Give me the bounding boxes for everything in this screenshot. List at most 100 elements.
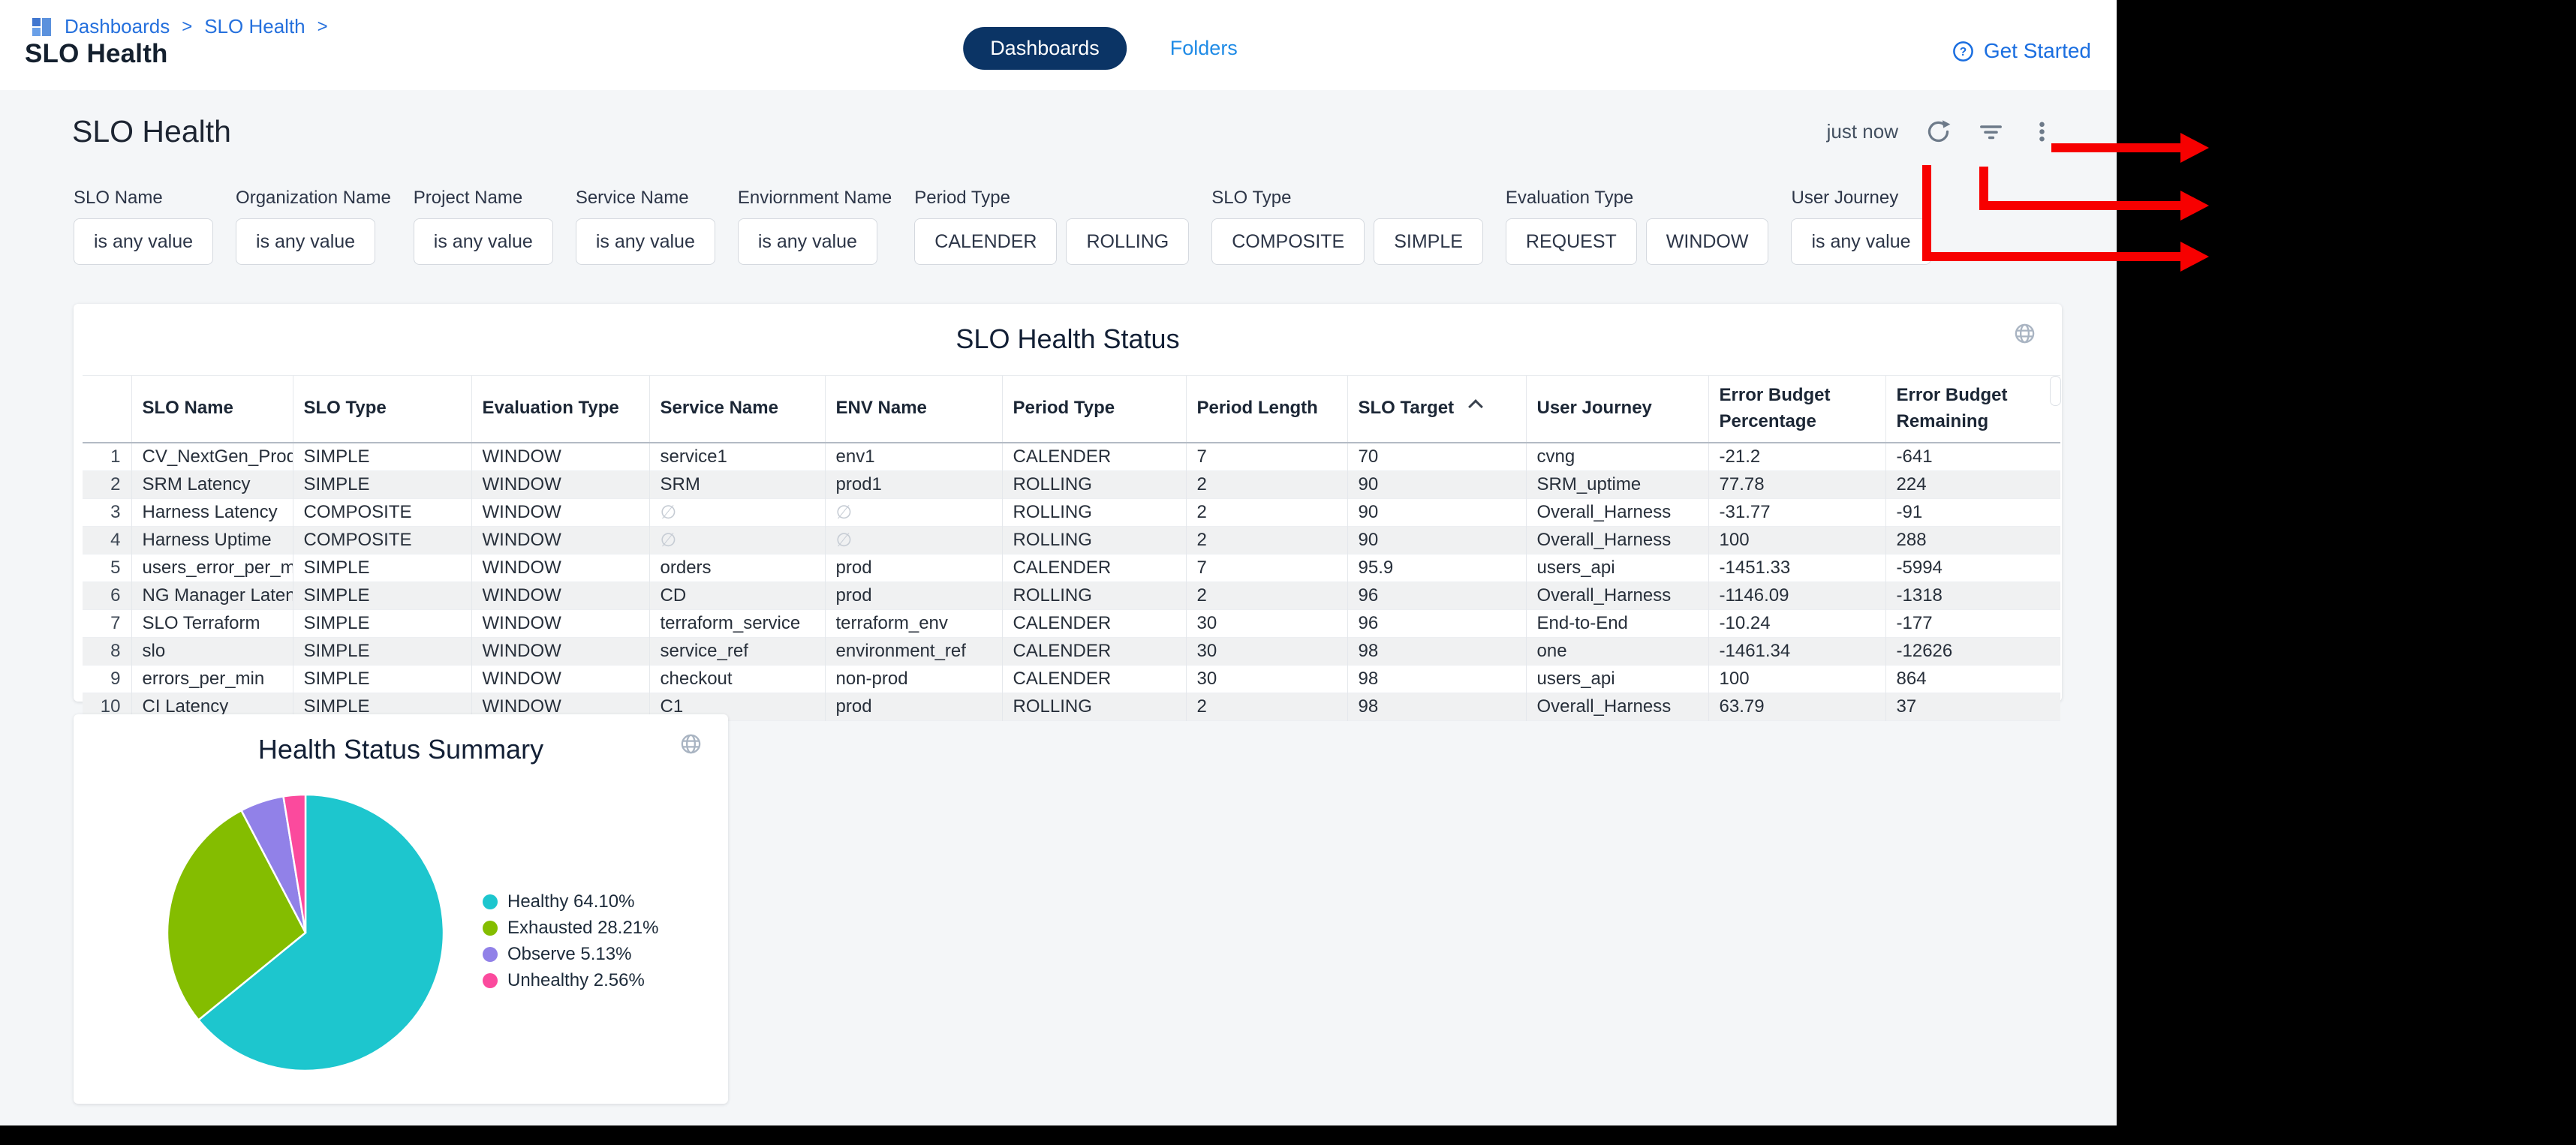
legend-item[interactable]: Healthy 64.10% bbox=[483, 891, 658, 912]
column-header[interactable]: Period Type bbox=[1002, 376, 1186, 443]
table-cell: 90 bbox=[1347, 498, 1526, 526]
column-header[interactable]: SLO Name bbox=[131, 376, 293, 443]
column-header[interactable]: ENV Name bbox=[825, 376, 1002, 443]
column-header[interactable]: Period Length bbox=[1186, 376, 1347, 443]
table-cell: -641 bbox=[1885, 443, 2060, 471]
table-row[interactable]: 5users_error_per_minSIMPLEWINDOWorderspr… bbox=[83, 554, 2060, 582]
globe-icon[interactable] bbox=[2013, 322, 2036, 345]
table-cell: terraform_service bbox=[649, 609, 825, 637]
table-scrollbar[interactable] bbox=[2050, 376, 2060, 699]
legend-label: Observe 5.13% bbox=[507, 944, 631, 965]
column-header[interactable]: Evaluation Type bbox=[471, 376, 649, 443]
scrollbar-thumb[interactable] bbox=[2050, 376, 2061, 406]
column-header-label: ENV Name bbox=[836, 398, 927, 418]
legend-item[interactable]: Observe 5.13% bbox=[483, 944, 658, 965]
table-cell: checkout bbox=[649, 665, 825, 693]
table-cell: ROLLING bbox=[1002, 470, 1186, 498]
breadcrumb-dashboards[interactable]: Dashboards bbox=[65, 15, 170, 38]
table-cell: COMPOSITE bbox=[293, 526, 471, 554]
breadcrumb-slo-health[interactable]: SLO Health bbox=[204, 15, 305, 38]
filter-chip[interactable]: SIMPLE bbox=[1374, 218, 1483, 265]
filter-chip-row: is any value bbox=[236, 218, 391, 265]
column-header-label: Error Budget Percentage bbox=[1720, 385, 1831, 431]
row-number-cell: 7 bbox=[83, 609, 131, 637]
column-header[interactable]: Service Name bbox=[649, 376, 825, 443]
table-cell: non-prod bbox=[825, 665, 1002, 693]
table-cell: WINDOW bbox=[471, 637, 649, 665]
column-header[interactable]: SLO Type bbox=[293, 376, 471, 443]
table-row[interactable]: 6NG Manager LatencySIMPLEWINDOWCDprodROL… bbox=[83, 582, 2060, 609]
refresh-icon[interactable] bbox=[1925, 119, 1952, 145]
table-cell: 30 bbox=[1186, 609, 1347, 637]
table-cell: 30 bbox=[1186, 665, 1347, 693]
table-row[interactable]: 7SLO TerraformSIMPLEWINDOWterraform_serv… bbox=[83, 609, 2060, 637]
table-row[interactable]: 3Harness LatencyCOMPOSITEWINDOW∅∅ROLLING… bbox=[83, 498, 2060, 526]
view-tabs: Dashboards Folders bbox=[963, 27, 1238, 70]
last-refreshed-label: just now bbox=[1827, 120, 1898, 143]
legend-item[interactable]: Unhealthy 2.56% bbox=[483, 970, 658, 991]
filter-chip[interactable]: CALENDER bbox=[914, 218, 1057, 265]
filter-icon[interactable] bbox=[1979, 119, 2003, 144]
filter-chip[interactable]: is any value bbox=[236, 218, 375, 265]
table-cell: 98 bbox=[1347, 637, 1526, 665]
row-number-cell: 4 bbox=[83, 526, 131, 554]
table-cell: SIMPLE bbox=[293, 609, 471, 637]
get-started-link[interactable]: ? Get Started bbox=[1952, 39, 2091, 63]
table-row[interactable]: 2SRM LatencySIMPLEWINDOWSRMprod1ROLLING2… bbox=[83, 470, 2060, 498]
filter-label: SLO Type bbox=[1211, 188, 1483, 209]
table-wrap: SLO NameSLO TypeEvaluation TypeService N… bbox=[83, 375, 2060, 721]
filter-chip[interactable]: is any value bbox=[74, 218, 213, 265]
row-number-cell: 1 bbox=[83, 443, 131, 471]
table-row[interactable]: 4Harness UptimeCOMPOSITEWINDOW∅∅ROLLING2… bbox=[83, 526, 2060, 554]
column-header[interactable]: User Journey bbox=[1526, 376, 1708, 443]
tab-dashboards[interactable]: Dashboards bbox=[963, 27, 1127, 70]
legend-label: Unhealthy 2.56% bbox=[507, 970, 645, 991]
filter-chip[interactable]: COMPOSITE bbox=[1211, 218, 1365, 265]
more-options-icon[interactable] bbox=[2030, 120, 2054, 143]
table-cell: WINDOW bbox=[471, 526, 649, 554]
table-cell: 100 bbox=[1708, 526, 1885, 554]
filter-chip[interactable]: is any value bbox=[1791, 218, 1930, 265]
filter-chip[interactable]: is any value bbox=[414, 218, 553, 265]
table-cell: slo bbox=[131, 637, 293, 665]
column-header[interactable]: Error Budget Remaining bbox=[1885, 376, 2060, 443]
table-row[interactable]: 8sloSIMPLEWINDOWservice_refenvironment_r… bbox=[83, 637, 2060, 665]
legend-swatch bbox=[483, 973, 498, 988]
column-header[interactable]: SLO Target bbox=[1347, 376, 1526, 443]
table-row[interactable]: 9errors_per_minSIMPLEWINDOWcheckoutnon-p… bbox=[83, 665, 2060, 693]
table-cell: one bbox=[1526, 637, 1708, 665]
pie-legend: Healthy 64.10% Exhausted 28.21% Observe 5.… bbox=[483, 891, 658, 991]
filter-chip[interactable]: WINDOW bbox=[1646, 218, 1769, 265]
tab-folders[interactable]: Folders bbox=[1170, 37, 1238, 60]
filter-chip[interactable]: REQUEST bbox=[1506, 218, 1637, 265]
table-cell: 100 bbox=[1708, 665, 1885, 693]
table-cell: NG Manager Latency bbox=[131, 582, 293, 609]
table-header-row: SLO NameSLO TypeEvaluation TypeService N… bbox=[83, 376, 2060, 443]
filter-group: Evaluation Type REQUESTWINDOW bbox=[1506, 188, 1769, 265]
table-row[interactable]: 1CV_NextGen_ProdSIMPLEWINDOWservice1env1… bbox=[83, 443, 2060, 471]
filter-chip-row: is any value bbox=[576, 218, 715, 265]
filter-chip[interactable]: is any value bbox=[576, 218, 715, 265]
table-cell: 90 bbox=[1347, 526, 1526, 554]
filter-chip[interactable]: ROLLING bbox=[1066, 218, 1189, 265]
filter-chip[interactable]: is any value bbox=[738, 218, 877, 265]
slo-health-status-card: SLO Health Status SLO NameSLO TypeEvalua… bbox=[74, 304, 2062, 702]
table-cell: -12626 bbox=[1885, 637, 2060, 665]
column-header[interactable]: Error Budget Percentage bbox=[1708, 376, 1885, 443]
filter-label: Evaluation Type bbox=[1506, 188, 1769, 209]
table-cell: service1 bbox=[649, 443, 825, 471]
table-cell: SRM Latency bbox=[131, 470, 293, 498]
legend-swatch bbox=[483, 921, 498, 936]
table-cell: 288 bbox=[1885, 526, 2060, 554]
table-cell: 77.78 bbox=[1708, 470, 1885, 498]
table-cell: -1146.09 bbox=[1708, 582, 1885, 609]
table-cell: COMPOSITE bbox=[293, 498, 471, 526]
table-cell: WINDOW bbox=[471, 665, 649, 693]
table-card-title: SLO Health Status bbox=[74, 323, 2062, 355]
filter-chip-row: is any value bbox=[1791, 218, 1930, 265]
table-cell: SIMPLE bbox=[293, 665, 471, 693]
table-cell: orders bbox=[649, 554, 825, 582]
table-cell: -31.77 bbox=[1708, 498, 1885, 526]
legend-item[interactable]: Exhausted 28.21% bbox=[483, 918, 658, 939]
filter-chip-row: CALENDERROLLING bbox=[914, 218, 1189, 265]
